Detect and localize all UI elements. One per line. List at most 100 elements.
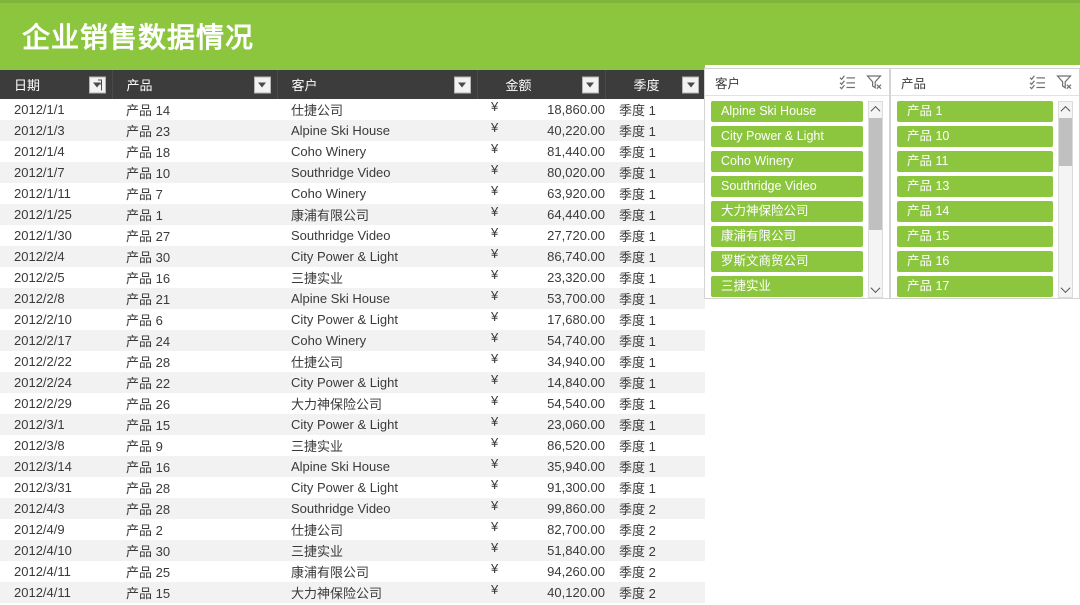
cell-quarter: 季度 1 [619, 250, 656, 265]
table-row[interactable]: 2012/2/8 产品 21 Alpine Ski House ¥53,700.00 季… [0, 288, 705, 309]
table-row[interactable]: 2012/1/1 产品 14 仕捷公司 ¥18,860.00 季度 1 [0, 99, 705, 120]
cell-date: 2012/1/3 [14, 123, 65, 138]
table-row[interactable]: 2012/2/24 产品 22 City Power & Light ¥14,840.… [0, 372, 705, 393]
filter-icon-customer[interactable] [453, 76, 471, 93]
slicer-item[interactable]: City Power & Light [711, 126, 863, 147]
table-row[interactable]: 2012/3/8 产品 9 三捷实业 ¥86,520.00 季度 1 [0, 435, 705, 456]
table-row[interactable]: 2012/2/10 产品 6 City Power & Light ¥17,680.0… [0, 309, 705, 330]
clear-filter-icon[interactable] [1056, 75, 1073, 90]
multi-select-icon[interactable] [1029, 75, 1046, 90]
table-row[interactable]: 2012/2/4 产品 30 City Power & Light ¥86,740.0… [0, 246, 705, 267]
cell-product: 产品 16 [126, 271, 171, 286]
amount-value: 91,300.00 [547, 480, 605, 495]
chevron-down-icon [258, 82, 266, 87]
cell-product: 产品 1 [126, 208, 163, 223]
table-row[interactable]: 2012/1/11 产品 7 Coho Winery ¥63,920.00 季度 1 [0, 183, 705, 204]
column-header-amount-label: 金额 [505, 78, 532, 93]
cell-date: 2012/4/11 [14, 585, 71, 600]
filter-icon-amount[interactable] [581, 76, 599, 93]
table-row[interactable]: 2012/1/7 产品 10 Southridge Video ¥80,020.00 季… [0, 162, 705, 183]
table-row[interactable]: 2012/3/1 产品 15 City Power & Light ¥23,060.0… [0, 414, 705, 435]
table-row[interactable]: 2012/4/10 产品 30 三捷实业 ¥51,840.00 季度 2 [0, 540, 705, 561]
scrollbar-thumb[interactable] [1059, 118, 1072, 166]
slicer-item[interactable]: 三捷实业 [711, 276, 863, 297]
cell-quarter: 季度 1 [619, 397, 656, 412]
cell-product: 产品 6 [126, 313, 163, 328]
cell-amount: ¥40,120.00 [477, 582, 605, 603]
data-table-container: 日期 产品 客户 金额 季度 2012/1/1 产品 14 仕捷公司 ¥ 18,… [0, 70, 705, 605]
scroll-down-icon[interactable] [869, 282, 882, 297]
table-row[interactable]: 2012/2/5 产品 16 三捷实业 ¥23,320.00 季度 1 [0, 267, 705, 288]
slicer-item[interactable]: 产品 15 [897, 226, 1053, 247]
cell-product: 产品 14 [126, 103, 171, 118]
table-row[interactable]: 2012/4/3 产品 28 Southridge Video ¥99,860.00 季… [0, 498, 705, 519]
cell-product: 产品 9 [126, 439, 163, 454]
table-row[interactable]: 2012/4/11 产品 25 康浦有限公司 ¥94,260.00 季度 2 [0, 561, 705, 582]
slicer-item[interactable]: 产品 13 [897, 176, 1053, 197]
slicer-item[interactable]: 大力神保险公司 [711, 201, 863, 222]
cell-product: 产品 16 [126, 460, 171, 475]
cell-customer: 康浦有限公司 [291, 565, 370, 580]
cell-quarter: 季度 1 [619, 208, 656, 223]
currency-symbol: ¥ [491, 456, 499, 471]
slicer-item[interactable]: 产品 17 [897, 276, 1053, 297]
scrollbar-thumb[interactable] [869, 118, 882, 230]
amount-value: 54,740.00 [547, 333, 605, 348]
table-row[interactable]: 2012/4/9 产品 2 仕捷公司 ¥82,700.00 季度 2 [0, 519, 705, 540]
slicer-item[interactable]: 产品 10 [897, 126, 1053, 147]
slicer-item[interactable]: 产品 14 [897, 201, 1053, 222]
chevron-down-icon [586, 82, 594, 87]
multi-select-icon[interactable] [839, 75, 856, 90]
cell-quarter: 季度 1 [619, 166, 656, 181]
table-row[interactable]: 2012/2/22 产品 28 仕捷公司 ¥34,940.00 季度 1 [0, 351, 705, 372]
filter-icon-quarter[interactable] [682, 76, 699, 93]
table-row[interactable]: 2012/3/14 产品 16 Alpine Ski House ¥35,940.00… [0, 456, 705, 477]
cell-date: 2012/4/10 [14, 543, 72, 558]
slicer-item[interactable]: Southridge Video [711, 176, 863, 197]
sort-filter-icon-date[interactable] [88, 76, 106, 93]
table-row[interactable]: 2012/4/11 产品 15 大力神保险公司 ¥40,120.00 季度 2 [0, 582, 705, 603]
table-header-row: 日期 产品 客户 金额 季度 [0, 70, 705, 99]
column-header-customer: 客户 [277, 70, 478, 99]
scroll-down-icon[interactable] [1059, 282, 1072, 297]
cell-date: 2012/1/4 [14, 144, 65, 159]
table-row[interactable]: 2012/1/30 产品 27 Southridge Video ¥27,720.00… [0, 225, 705, 246]
currency-symbol: ¥ [491, 162, 499, 177]
slicer-item[interactable]: 罗斯文商贸公司 [711, 251, 863, 272]
cell-amount: ¥91,300.00 [477, 477, 605, 498]
currency-symbol: ¥ [491, 99, 499, 114]
table-row[interactable]: 2012/2/17 产品 24 Coho Winery ¥54,740.00 季度 1 [0, 330, 705, 351]
slicer-item[interactable]: 康浦有限公司 [711, 226, 863, 247]
column-header-date: 日期 [0, 70, 113, 99]
cell-product: 产品 15 [126, 418, 171, 433]
cell-product: 产品 28 [126, 355, 171, 370]
slicer-item[interactable]: Alpine Ski House [711, 101, 863, 122]
scroll-up-icon[interactable] [869, 102, 882, 117]
table-row[interactable]: 2012/2/29 产品 26 大力神保险公司 ¥54,540.00 季度 1 [0, 393, 705, 414]
cell-date: 2012/3/1 [14, 417, 65, 432]
cell-amount: ¥23,320.00 [477, 267, 605, 288]
cell-quarter: 季度 2 [619, 586, 656, 601]
table-row[interactable]: 2012/3/31 产品 28 City Power & Light ¥91,300.… [0, 477, 705, 498]
cell-customer: 仕捷公司 [291, 355, 344, 370]
clear-filter-icon[interactable] [866, 75, 883, 90]
slicer-item[interactable]: 产品 1 [897, 101, 1053, 122]
slicer-item[interactable]: 产品 16 [897, 251, 1053, 272]
slicer-item[interactable]: 产品 11 [897, 151, 1053, 172]
cell-date: 2012/3/8 [14, 438, 65, 453]
currency-symbol: ¥ [491, 351, 499, 366]
cell-quarter: 季度 1 [619, 292, 656, 307]
slicer-product-scrollbar[interactable] [1058, 101, 1073, 298]
slicer-customer-scrollbar[interactable] [868, 101, 883, 298]
cell-customer: Southridge Video [291, 165, 391, 180]
cell-date: 2012/2/24 [14, 375, 72, 390]
table-row[interactable]: 2012/1/3 产品 23 Alpine Ski House ¥40,220.00 季… [0, 120, 705, 141]
scroll-up-icon[interactable] [1059, 102, 1072, 117]
slicer-item[interactable]: Coho Winery [711, 151, 863, 172]
cell-product: 产品 27 [126, 229, 171, 244]
filter-icon-product[interactable] [253, 76, 271, 93]
chevron-down-icon [458, 82, 466, 87]
currency-symbol: ¥ [491, 288, 499, 303]
table-row[interactable]: 2012/1/25 产品 1 康浦有限公司 ¥64,440.00 季度 1 [0, 204, 705, 225]
table-row[interactable]: 2012/1/4 产品 18 Coho Winery ¥81,440.00 季度 1 [0, 141, 705, 162]
